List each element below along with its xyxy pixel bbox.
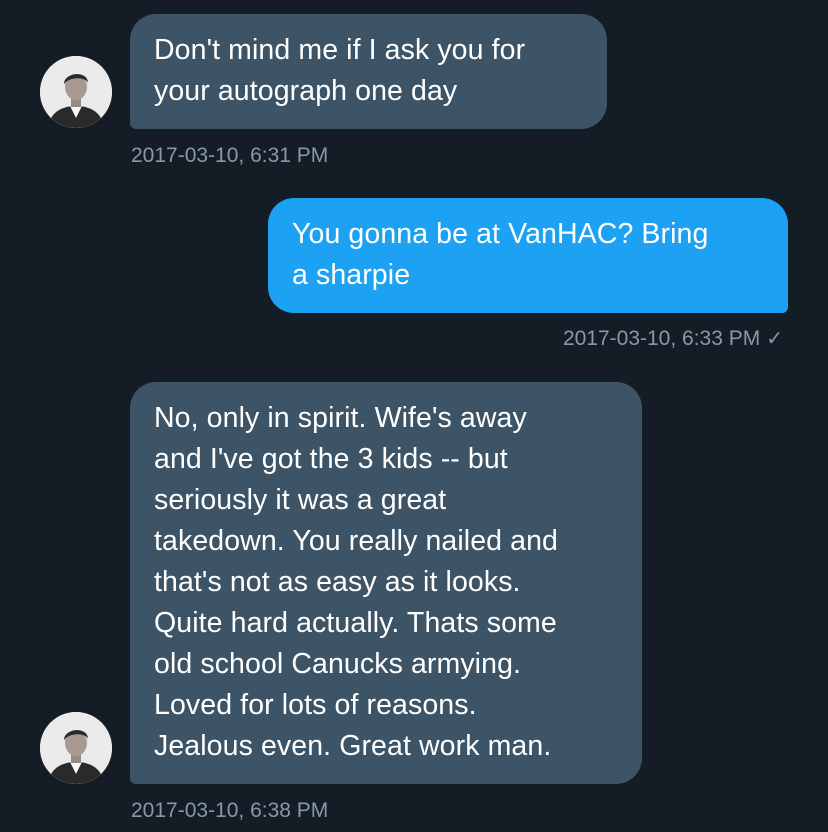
- message-timestamp-row: 2017-03-10, 6:33 PM ✓: [563, 326, 783, 352]
- message-timestamp: 2017-03-10, 6:33 PM: [562, 327, 761, 350]
- message-text: Don't mind me if I ask you for your auto…: [154, 34, 526, 107]
- message-timestamp: 2017-03-10, 6:31 PM: [131, 144, 329, 167]
- sent-check-icon: ✓: [766, 328, 783, 350]
- avatar-photo-icon: [40, 56, 112, 128]
- message-bubble-incoming[interactable]: Don't mind me if I ask you for your auto…: [130, 14, 607, 129]
- message-text: No, only in spirit. Wife's away and I've…: [154, 402, 558, 762]
- contact-avatar[interactable]: [40, 56, 112, 128]
- message-timestamp: 2017-03-10, 6:38 PM: [131, 799, 329, 822]
- message-bubble-outgoing[interactable]: You gonna be at VanHAC? Bring a sharpie: [268, 198, 788, 313]
- contact-avatar[interactable]: [40, 712, 112, 784]
- avatar-photo-icon: [40, 712, 112, 784]
- message-text: You gonna be at VanHAC? Bring a sharpie: [292, 218, 709, 291]
- message-bubble-incoming[interactable]: No, only in spirit. Wife's away and I've…: [130, 382, 642, 784]
